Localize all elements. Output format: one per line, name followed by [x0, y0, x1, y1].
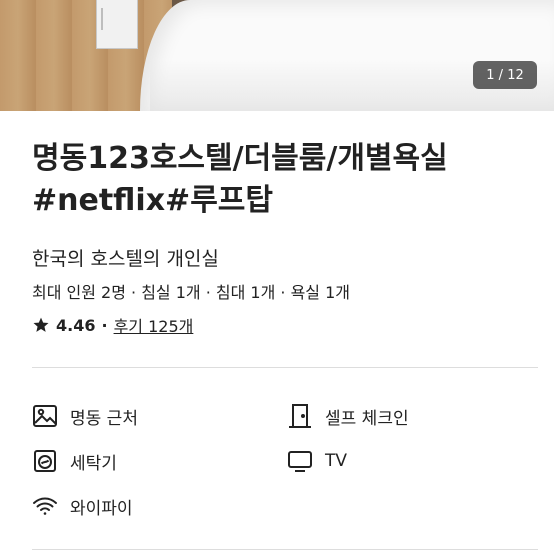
amenity-label: 셀프 체크인: [325, 408, 409, 429]
photo-counter-current: 1: [486, 67, 495, 83]
wifi-icon: [33, 497, 57, 515]
rating-score: 4.46: [56, 315, 96, 335]
listing-details: 최대 인원 2명 · 침실 1개 · 침대 1개 · 욕실 1개: [32, 283, 351, 302]
photo-counter-total: 12: [507, 67, 524, 83]
photo-counter-separator: /: [494, 67, 508, 83]
washer-icon: [34, 450, 56, 472]
listing-title-line1: 명동123호스텔/더블룸/개별욕실: [32, 141, 448, 176]
rating-separator: ·: [101, 315, 108, 335]
listing-photo[interactable]: 1 / 12: [0, 0, 554, 111]
photo-fridge: [96, 0, 138, 49]
amenity-label: 와이파이: [70, 498, 133, 519]
amenity-item-self-checkin: 셀프 체크인: [287, 401, 409, 431]
listing-title: 명동123호스텔/더블룸/개별욕실 #netflix#루프탑: [32, 138, 532, 222]
amenity-label: 명동 근처: [70, 408, 138, 429]
amenity-item-tv: TV: [287, 446, 347, 476]
door-icon: [289, 404, 311, 428]
amenity-label: 세탁기: [70, 453, 117, 474]
photo-counter: 1 / 12: [473, 61, 537, 89]
reviews-link[interactable]: 후기 125개: [114, 313, 194, 337]
amenity-item-wifi: 와이파이: [32, 491, 133, 521]
amenity-item-washer: 세탁기: [32, 446, 117, 476]
divider-top: [32, 367, 538, 368]
star-icon: [33, 317, 49, 332]
listing-subtitle: 한국의 호스텔의 개인실: [32, 248, 219, 270]
listing-title-line2: #netflix#루프탑: [32, 183, 273, 218]
divider-bottom: [32, 549, 538, 550]
landscape-icon: [33, 405, 57, 427]
tv-icon: [288, 451, 312, 472]
amenity-item-location: 명동 근처: [32, 401, 138, 431]
rating-row: 4.46 · 후기 125개: [32, 312, 193, 338]
amenity-label: TV: [325, 451, 348, 471]
